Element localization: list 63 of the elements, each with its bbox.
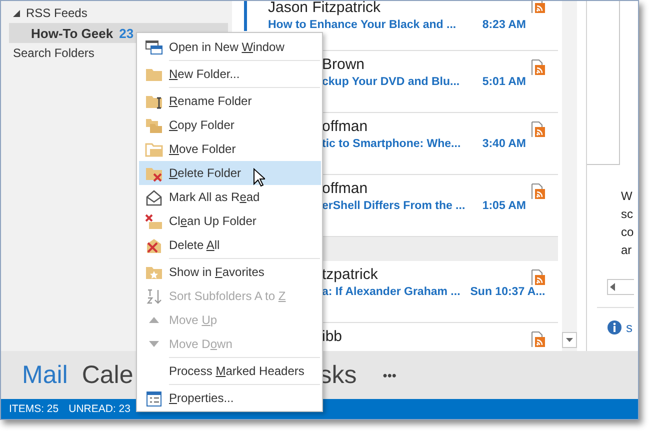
sort-icon: [145, 288, 163, 304]
folder-copy-icon: [145, 116, 163, 134]
message-time: 5:01 AM: [482, 76, 526, 90]
preview-text: W: [621, 188, 634, 205]
envelope-open-icon: [145, 188, 163, 206]
envelope-delete-icon: [145, 236, 163, 254]
folder-label: How-To Geek: [31, 26, 114, 40]
menu-item[interactable]: Move Folder: [139, 137, 321, 161]
menu-item[interactable]: Show in Favorites: [139, 260, 321, 284]
folder-label: RSS Feeds: [26, 6, 88, 20]
nav-item[interactable]: Cale: [82, 360, 134, 390]
rss-icon: [531, 59, 545, 76]
properties-icon: [145, 390, 163, 406]
horizontal-scrollbar[interactable]: [607, 279, 634, 295]
info-text: s: [626, 320, 632, 335]
info-icon: [607, 320, 622, 335]
message-time: Sun 10:37 A...: [470, 286, 546, 300]
menu-item[interactable]: Clean Up Folder: [139, 209, 321, 233]
expand-arrow-icon[interactable]: [13, 10, 20, 16]
unread-count: 23: [119, 26, 134, 40]
message-sender: Brown: [322, 56, 365, 75]
more-button[interactable]: •••: [382, 368, 396, 382]
clean-up-folder-icon: [145, 212, 163, 230]
preview-text: co: [621, 224, 634, 241]
vertical-scrollbar[interactable]: [562, 1, 577, 351]
menu-item[interactable]: New Folder...: [139, 62, 321, 86]
down-arrow-icon: [566, 338, 573, 342]
down-arrow-icon: [149, 341, 159, 347]
menu-item[interactable]: Rename Folder: [139, 89, 321, 113]
menu-item[interactable]: Mark All as Read: [139, 185, 321, 209]
preview-text: ar: [621, 242, 633, 259]
rss-icon: [531, 269, 545, 286]
message-sender: tzpatrick: [322, 266, 378, 285]
message-sender: offman: [322, 118, 368, 137]
message-subject: ckup Your DVD and Blu...: [322, 76, 461, 90]
folder-item[interactable]: RSS Feeds: [9, 3, 228, 23]
message-sender: offman: [322, 180, 368, 199]
message-time: 3:40 AM: [482, 138, 526, 152]
rss-icon: [531, 121, 545, 138]
unread-status: UNREAD: 23: [68, 403, 130, 415]
nav-item[interactable]: Mail: [22, 360, 68, 390]
items-count: ITEMS: 25: [9, 403, 59, 415]
rss-icon: [531, 331, 545, 348]
menu-item[interactable]: Copy Folder: [139, 113, 321, 137]
rss-icon: [531, 183, 545, 200]
message-subject: tic to Smartphone: Whe...: [322, 138, 462, 152]
menu-item[interactable]: Process Marked Headers: [139, 359, 321, 383]
message-sender: Jason Fitzpatrick: [268, 1, 381, 18]
menu-item[interactable]: Properties...: [139, 386, 321, 410]
window-icon: [145, 38, 163, 56]
mouse-pointer-icon: [253, 168, 265, 187]
folder-move-icon: [145, 140, 163, 158]
scroll-down-button[interactable]: [562, 332, 577, 348]
message-subject: erShell Differs From the ...: [322, 200, 466, 214]
message-subject: How to Enhance Your Black and ...: [268, 19, 458, 33]
message-time: 1:05 AM: [482, 200, 526, 214]
up-arrow-icon: [149, 317, 159, 323]
message-time: 8:23 AM: [482, 19, 526, 33]
message-sender: ibb: [322, 328, 342, 347]
menu-item[interactable]: Delete Folder: [139, 161, 321, 185]
left-arrow-icon[interactable]: [610, 283, 615, 291]
preview-text: sc: [621, 206, 634, 223]
menu-item[interactable]: Delete All: [139, 233, 321, 257]
